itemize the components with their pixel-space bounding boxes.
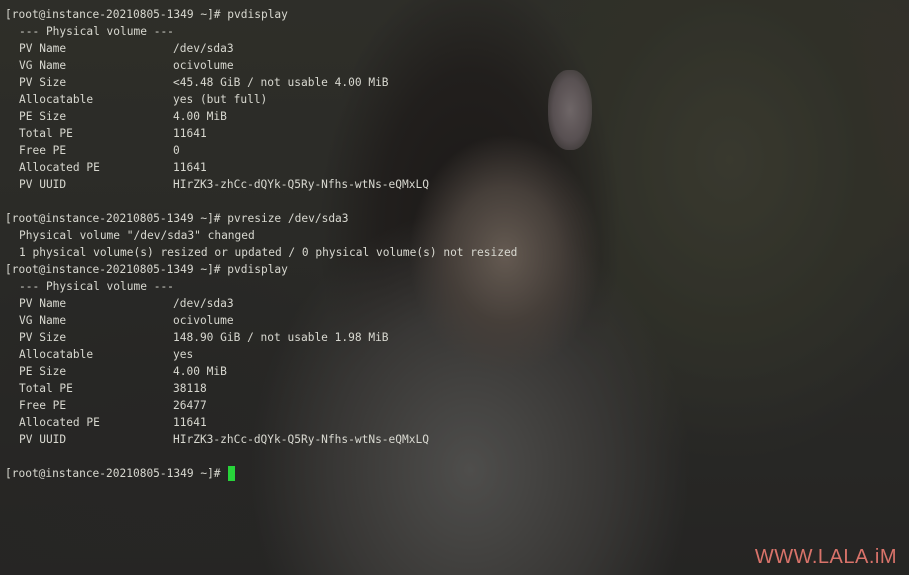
shell-prompt: [root@instance-20210805-1349 ~]# <box>5 467 228 480</box>
field-row: PV Size <45.48 GiB / not usable 4.00 MiB <box>19 76 389 89</box>
field-row: PV Name/dev/sda3 <box>19 297 234 310</box>
prompt-line: [root@instance-20210805-1349 ~]# pvdispl… <box>5 261 517 278</box>
section-header: --- Physical volume --- <box>19 280 174 293</box>
shell-prompt: [root@instance-20210805-1349 ~]# <box>5 263 228 276</box>
field-row: Allocatable yes (but full) <box>19 93 268 106</box>
terminal-window[interactable]: [root@instance-20210805-1349 ~]# pvdispl… <box>0 0 909 575</box>
field-row: Allocated PE 11641 <box>19 161 207 174</box>
field-row: Total PE 38118 <box>19 382 207 395</box>
field-row: PV Name/dev/sda3 <box>19 42 234 55</box>
field-row: PV Size 148.90 GiB / not usable 1.98 MiB <box>19 331 389 344</box>
terminal-output[interactable]: [root@instance-20210805-1349 ~]# pvdispl… <box>5 6 517 482</box>
prompt-line: [root@instance-20210805-1349 ~]# pvdispl… <box>5 6 517 23</box>
field-row: PV UUID HIrZK3-zhCc-dQYk-Q5Ry-Nfhs-wtNs-e… <box>19 433 429 446</box>
field-row: VG Name ocivolume <box>19 314 234 327</box>
text-cursor[interactable] <box>228 466 236 481</box>
output-line: 1 physical volume(s) resized or updated … <box>19 246 518 259</box>
watermark-text: WWW.LALA.iM <box>754 546 897 568</box>
field-row: PV UUID HIrZK3-zhCc-dQYk-Q5Ry-Nfhs-wtNs-e… <box>19 178 429 191</box>
command-text: pvdisplay <box>227 8 288 21</box>
shell-prompt: [root@instance-20210805-1349 ~]# <box>5 212 228 225</box>
field-row: PE Size 4.00 MiB <box>19 365 227 378</box>
output-line: Physical volume "/dev/sda3" changed <box>19 229 255 242</box>
command-text: pvresize /dev/sda3 <box>227 212 349 225</box>
field-row: PE Size 4.00 MiB <box>19 110 227 123</box>
field-row: Total PE 11641 <box>19 127 207 140</box>
shell-prompt: [root@instance-20210805-1349 ~]# <box>5 8 228 21</box>
active-prompt-line[interactable]: [root@instance-20210805-1349 ~]# <box>5 465 517 482</box>
command-text: pvdisplay <box>227 263 288 276</box>
field-row: Allocated PE 11641 <box>19 416 207 429</box>
prompt-line: [root@instance-20210805-1349 ~]# pvresiz… <box>5 210 517 227</box>
blank-line <box>5 193 517 210</box>
field-row: Allocatable yes <box>19 348 194 361</box>
field-row: VG Name ocivolume <box>19 59 234 72</box>
blank-line <box>5 448 517 465</box>
field-row: Free PE 0 <box>19 144 180 157</box>
section-header: --- Physical volume --- <box>19 25 174 38</box>
field-row: Free PE 26477 <box>19 399 207 412</box>
